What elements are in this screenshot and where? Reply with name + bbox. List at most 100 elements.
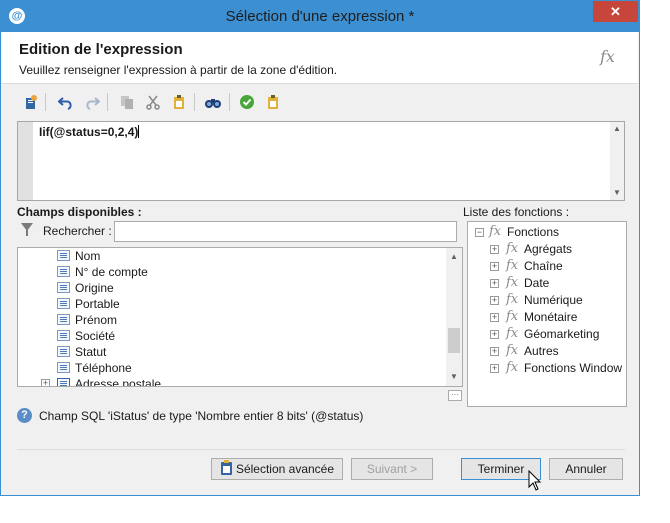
list-item-label: Nom bbox=[75, 249, 101, 263]
list-item-label: Société bbox=[75, 329, 116, 343]
paste-icon[interactable] bbox=[171, 94, 187, 110]
field-icon bbox=[57, 330, 70, 341]
cut-icon[interactable] bbox=[145, 94, 161, 110]
expression-text[interactable]: Iif(@status=0,2,4) bbox=[39, 125, 140, 139]
find-icon[interactable] bbox=[204, 94, 221, 110]
fx-icon: fx bbox=[600, 47, 615, 66]
field-status-text: Champ SQL 'iStatus' de type 'Nombre enti… bbox=[39, 409, 364, 423]
expand-icon[interactable]: + bbox=[490, 296, 499, 305]
finish-button-label: Terminer bbox=[477, 462, 525, 476]
close-button[interactable]: ✕ bbox=[593, 1, 638, 22]
expand-icon[interactable]: + bbox=[490, 313, 499, 322]
search-input[interactable] bbox=[114, 221, 457, 242]
field-icon bbox=[57, 346, 70, 357]
header-title: Edition de l'expression bbox=[19, 41, 183, 58]
list-item-label: Prénom bbox=[75, 313, 118, 327]
scroll-up-icon[interactable]: ▲ bbox=[610, 124, 624, 133]
redo-icon[interactable] bbox=[84, 94, 101, 110]
expand-icon[interactable]: + bbox=[490, 279, 499, 288]
expand-icon[interactable]: + bbox=[490, 364, 499, 373]
window-title: Sélection d'une expression * bbox=[225, 8, 415, 25]
expand-icon[interactable]: + bbox=[490, 330, 499, 339]
fx-icon: fx bbox=[506, 360, 519, 375]
function-category-label: Monétaire bbox=[524, 310, 578, 324]
toolbar-separator bbox=[45, 93, 46, 111]
next-button[interactable]: Suivant > bbox=[351, 458, 433, 480]
function-category-label: Géomarketing bbox=[524, 327, 600, 341]
cancel-button[interactable]: Annuler bbox=[549, 458, 623, 480]
fields-panel-title: Champs disponibles : bbox=[17, 205, 142, 219]
fx-icon: fx bbox=[489, 224, 502, 239]
validate-icon[interactable] bbox=[239, 94, 255, 110]
clipboard-icon[interactable] bbox=[265, 94, 281, 110]
toolbar-separator bbox=[229, 93, 230, 111]
field-icon bbox=[57, 362, 70, 373]
header-subtitle: Veuillez renseigner l'expression à parti… bbox=[19, 63, 338, 77]
function-category-label: Fonctions Window bbox=[524, 361, 623, 375]
filter-icon-stem bbox=[26, 230, 28, 236]
fx-icon: fx bbox=[506, 241, 519, 256]
scroll-thumb[interactable] bbox=[448, 328, 460, 353]
list-item[interactable]: Statut bbox=[18, 344, 448, 360]
list-item-label: Statut bbox=[75, 345, 107, 359]
list-item[interactable]: N° de compte bbox=[18, 264, 448, 280]
functions-panel-title: Liste des fonctions : bbox=[463, 205, 570, 219]
list-item[interactable]: Nom bbox=[18, 248, 448, 264]
new-icon[interactable] bbox=[23, 94, 39, 110]
fields-tree[interactable]: Nom N° de compte Origine Portable Prénom… bbox=[17, 247, 463, 387]
expand-icon[interactable]: + bbox=[490, 262, 499, 271]
expand-icon[interactable]: + bbox=[490, 347, 499, 356]
list-item[interactable]: + Adresse postale bbox=[18, 376, 448, 387]
undo-icon[interactable] bbox=[57, 94, 74, 110]
search-label: Rechercher : bbox=[43, 224, 112, 238]
collapse-icon[interactable]: − bbox=[475, 228, 484, 237]
list-item[interactable]: Téléphone bbox=[18, 360, 448, 376]
editor-gutter bbox=[18, 122, 33, 200]
fx-icon: fx bbox=[506, 292, 519, 307]
list-item[interactable]: Société bbox=[18, 328, 448, 344]
function-category-label: Date bbox=[524, 276, 550, 290]
list-item[interactable]: Origine bbox=[18, 280, 448, 296]
list-item[interactable]: Prénom bbox=[18, 312, 448, 328]
advanced-selection-button[interactable]: Sélection avancée bbox=[211, 458, 343, 480]
copy-icon[interactable] bbox=[119, 94, 135, 110]
folder-icon bbox=[57, 378, 70, 386]
expand-icon[interactable]: + bbox=[41, 379, 50, 386]
expression-editor[interactable]: Iif(@status=0,2,4) ▲ ▼ bbox=[17, 121, 625, 201]
list-item-label: Adresse postale bbox=[75, 377, 162, 387]
field-icon bbox=[57, 298, 70, 309]
footer-divider bbox=[17, 449, 625, 450]
function-category-label: Autres bbox=[524, 344, 559, 358]
function-category-label: Chaîne bbox=[524, 259, 563, 273]
fx-icon: fx bbox=[506, 258, 519, 273]
list-item-label: Téléphone bbox=[75, 361, 132, 375]
mouse-pointer-icon bbox=[528, 470, 542, 491]
list-item-label: N° de compte bbox=[75, 265, 148, 279]
dialog-window: @ Sélection d'une expression * ✕ Edition… bbox=[0, 0, 640, 496]
advanced-selection-label: Sélection avancée bbox=[235, 462, 335, 476]
fields-scrollbar[interactable]: ▲ ▼ bbox=[446, 248, 462, 386]
scroll-up-icon[interactable]: ▲ bbox=[446, 252, 462, 261]
function-category-label: Numérique bbox=[524, 293, 583, 307]
editor-scrollbar[interactable]: ▲ ▼ bbox=[610, 122, 624, 200]
expand-icon[interactable]: + bbox=[490, 245, 499, 254]
functions-tree[interactable]: − fx Fonctions + fx Agrégats + fx Chaîne + fx… bbox=[467, 221, 627, 407]
text-caret bbox=[138, 125, 140, 138]
next-button-label: Suivant > bbox=[366, 462, 418, 476]
field-icon bbox=[57, 250, 70, 261]
more-options-icon[interactable]: ··· bbox=[448, 390, 462, 401]
toolbar-separator bbox=[194, 93, 195, 111]
scroll-down-icon[interactable]: ▼ bbox=[446, 372, 462, 381]
toolbar-separator bbox=[107, 93, 108, 111]
fx-icon: fx bbox=[506, 326, 519, 341]
title-bar: @ Sélection d'une expression * ✕ bbox=[1, 1, 639, 32]
scroll-down-icon[interactable]: ▼ bbox=[610, 188, 624, 197]
fx-icon: fx bbox=[506, 309, 519, 324]
list-item[interactable]: Portable bbox=[18, 296, 448, 312]
field-icon bbox=[57, 266, 70, 277]
clipboard-icon bbox=[221, 460, 232, 475]
dialog-header: Edition de l'expression Veuillez renseig… bbox=[2, 32, 638, 84]
fx-icon: fx bbox=[506, 343, 519, 358]
help-icon: ? bbox=[17, 408, 32, 423]
function-category-label: Agrégats bbox=[524, 242, 573, 256]
